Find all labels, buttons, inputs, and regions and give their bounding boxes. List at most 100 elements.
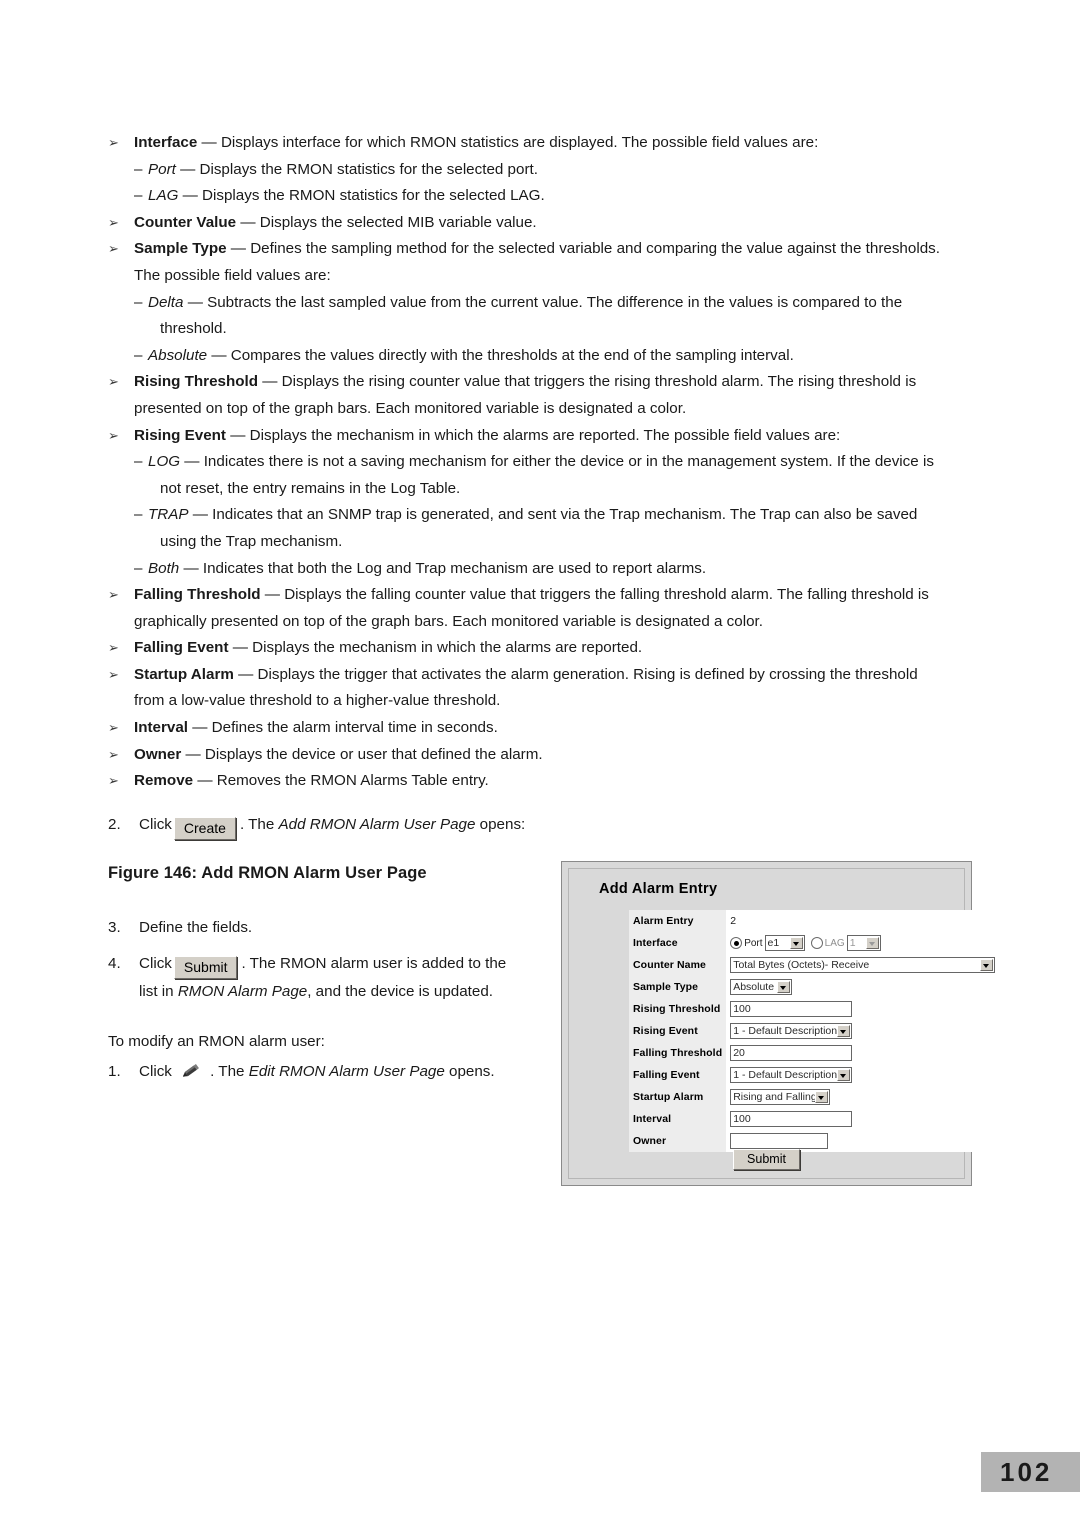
field-label: Sample Type — [629, 976, 727, 998]
bullet-arrow-icon: ➢ — [108, 135, 119, 150]
chevron-down-icon — [777, 981, 791, 993]
chevron-down-icon — [865, 937, 879, 949]
sub-bullet-text: LOG — Indicates there is not a saving me… — [148, 453, 934, 471]
bullet-term: Rising Threshold — [134, 373, 259, 391]
field-value-cell: Absolute — [726, 976, 996, 998]
sub-bullet-text: Delta — Subtracts the last sampled value… — [148, 293, 903, 311]
bullet-term: Falling Threshold — [134, 586, 261, 604]
field-value-cell: 1 - Default Description — [726, 1020, 996, 1042]
bullet-arrow-icon: ➢ — [108, 640, 119, 656]
field-input[interactable]: 100 — [730, 1111, 853, 1127]
bullet-arrow-icon: ➢ — [108, 773, 119, 789]
sub-bullet-text: LAG — Displays the RMON statistics for t… — [148, 187, 545, 205]
bullet-text: Rising Threshold — Displays the rising c… — [134, 373, 917, 391]
bullet-text: Remove — Removes the RMON Alarms Table e… — [134, 772, 489, 790]
step-3: 3. Define the fields. — [108, 915, 538, 942]
field-input[interactable]: 20 — [730, 1045, 853, 1061]
field-select[interactable]: Absolute — [730, 979, 793, 995]
bullet-term: Counter Value — [134, 213, 237, 231]
dialog-submit-row: Submit — [569, 1149, 964, 1170]
form-row: Sample Type Absolute — [629, 976, 996, 998]
form-row: Counter Name Total Bytes (Octets)- Receiv… — [629, 954, 996, 976]
field-label: Falling Threshold — [629, 1042, 727, 1064]
sub-bullet-item: – TRAP — Indicates that an SNMP trap is g… — [108, 502, 980, 529]
step-modify-1-post: opens. — [444, 1063, 495, 1080]
field-value-cell: 100 — [726, 1108, 996, 1130]
step-2-italic: Add RMON Alarm User Page — [278, 816, 476, 833]
sub-bullet-term: TRAP — [148, 506, 189, 524]
form-row: Falling Threshold 20 — [629, 1042, 996, 1064]
bullet-term: Falling Event — [134, 639, 229, 657]
step-2-number: 2. — [108, 816, 121, 833]
bullet-term: Interval — [134, 719, 189, 737]
field-select[interactable]: 1 - Default Description — [730, 1023, 853, 1039]
sub-bullet-item: – Delta — Subtracts the last sampled valu… — [108, 290, 980, 317]
bullet-term: Owner — [134, 745, 182, 763]
field-select[interactable]: Total Bytes (Octets)- Receive — [730, 957, 996, 973]
field-label: Interface — [629, 932, 727, 954]
field-value-cell: Total Bytes (Octets)- Receive — [726, 954, 996, 976]
bullet-item: ➢ Remove — Removes the RMON Alarms Table … — [108, 768, 980, 795]
bullet-arrow-icon: ➢ — [108, 587, 119, 603]
step-2-pre: Click — [139, 816, 172, 833]
page-number: 102 — [981, 1452, 1080, 1492]
field-input[interactable] — [730, 1133, 829, 1149]
bullet-text: Interval — Defines the alarm interval ti… — [134, 719, 498, 737]
sub-bullet-continuation: not reset, the entry remains in the Log … — [160, 479, 461, 497]
step-modify-1-body: Click . The Edit RMON Alarm User Page op… — [139, 1059, 568, 1086]
alarm-entry-form: Alarm Entry 2 Interface Port e1 LAG 1 Counter … — [629, 910, 996, 1152]
dialog-inner-panel: Add Alarm Entry Alarm Entry 2 Interface Por… — [568, 868, 996, 1179]
field-label: Rising Threshold — [629, 998, 727, 1020]
port-select[interactable]: e1 — [764, 935, 805, 951]
sub-bullet-dash-icon: – — [134, 559, 143, 577]
submit-button-inline[interactable]: Submit — [173, 956, 238, 979]
step-4-mid: . The RMON alarm user is added to the — [241, 955, 507, 972]
document-page: ➢ Interface — Displays interface for whic… — [0, 0, 1080, 1539]
chevron-down-icon — [980, 959, 994, 971]
step-2-body: Click Create. The Add RMON Alarm User Pag… — [139, 812, 668, 840]
step-modify-1-mid: . The — [210, 1063, 249, 1080]
sub-bullet-dash-icon: – — [134, 346, 143, 364]
bullet-item: ➢ Rising Event — Displays the mechanism i… — [108, 423, 980, 450]
create-button[interactable]: Create — [173, 817, 236, 840]
port-radio[interactable] — [730, 937, 743, 949]
bullet-item: ➢ Interface — Displays interface for whic… — [108, 130, 980, 157]
form-row: Rising Event 1 - Default Description — [629, 1020, 996, 1042]
sub-bullet-text: TRAP — Indicates that an SNMP trap is ge… — [148, 506, 918, 524]
bullet-text: Falling Event — Displays the mechanism i… — [134, 639, 643, 657]
field-label: Alarm Entry — [629, 910, 727, 932]
dialog-title: Add Alarm Entry — [599, 881, 718, 897]
bullet-text: Rising Event — Displays the mechanism in… — [134, 426, 841, 444]
field-value-cell: 2 — [726, 910, 996, 932]
bullet-text: Owner — Displays the device or user that… — [134, 745, 543, 763]
sub-bullet-continuation: threshold. — [160, 320, 227, 338]
dialog-submit-button[interactable]: Submit — [733, 1149, 800, 1170]
sub-bullet-text: Port — Displays the RMON statistics for … — [148, 160, 538, 178]
bullet-arrow-icon: ➢ — [108, 746, 119, 762]
field-label: Falling Event — [629, 1064, 727, 1086]
step-4-pre: Click — [139, 955, 172, 972]
lag-radio[interactable] — [810, 937, 823, 949]
sub-bullet-term: Absolute — [148, 346, 208, 364]
bullet-text: Interface — Displays interface for which… — [134, 134, 819, 151]
bullet-term: Interface — [134, 134, 198, 151]
bullet-item: ➢ Owner — Displays the device or user tha… — [108, 742, 980, 769]
chevron-down-icon — [837, 1025, 851, 1037]
bullet-text: Counter Value — Displays the selected MI… — [134, 213, 537, 231]
step-2: 2. Click Create. The Add RMON Alarm User … — [108, 812, 668, 840]
sub-bullet-term: Both — [148, 559, 180, 577]
step-2-post: opens: — [475, 816, 526, 833]
lag-select[interactable]: 1 — [846, 935, 881, 951]
pencil-icon[interactable] — [180, 1062, 202, 1080]
bullet-continuation: from a low-value threshold to a higher-v… — [134, 692, 501, 710]
bullet-item: ➢ Falling Threshold — Displays the fallin… — [108, 582, 980, 609]
step-3-number: 3. — [108, 919, 121, 936]
sub-bullet-continuation: using the Trap mechanism. — [160, 532, 343, 550]
sub-bullet-item: – LOG — Indicates there is not a saving m… — [108, 449, 980, 476]
field-select[interactable]: Rising and Falling — [730, 1089, 831, 1105]
field-select[interactable]: 1 - Default Description — [730, 1067, 853, 1083]
field-input[interactable]: 100 — [730, 1001, 853, 1017]
sub-bullet-dash-icon: – — [134, 506, 143, 524]
sub-bullet-dash-icon: – — [134, 293, 143, 311]
sub-bullet-dash-icon: – — [134, 160, 143, 178]
